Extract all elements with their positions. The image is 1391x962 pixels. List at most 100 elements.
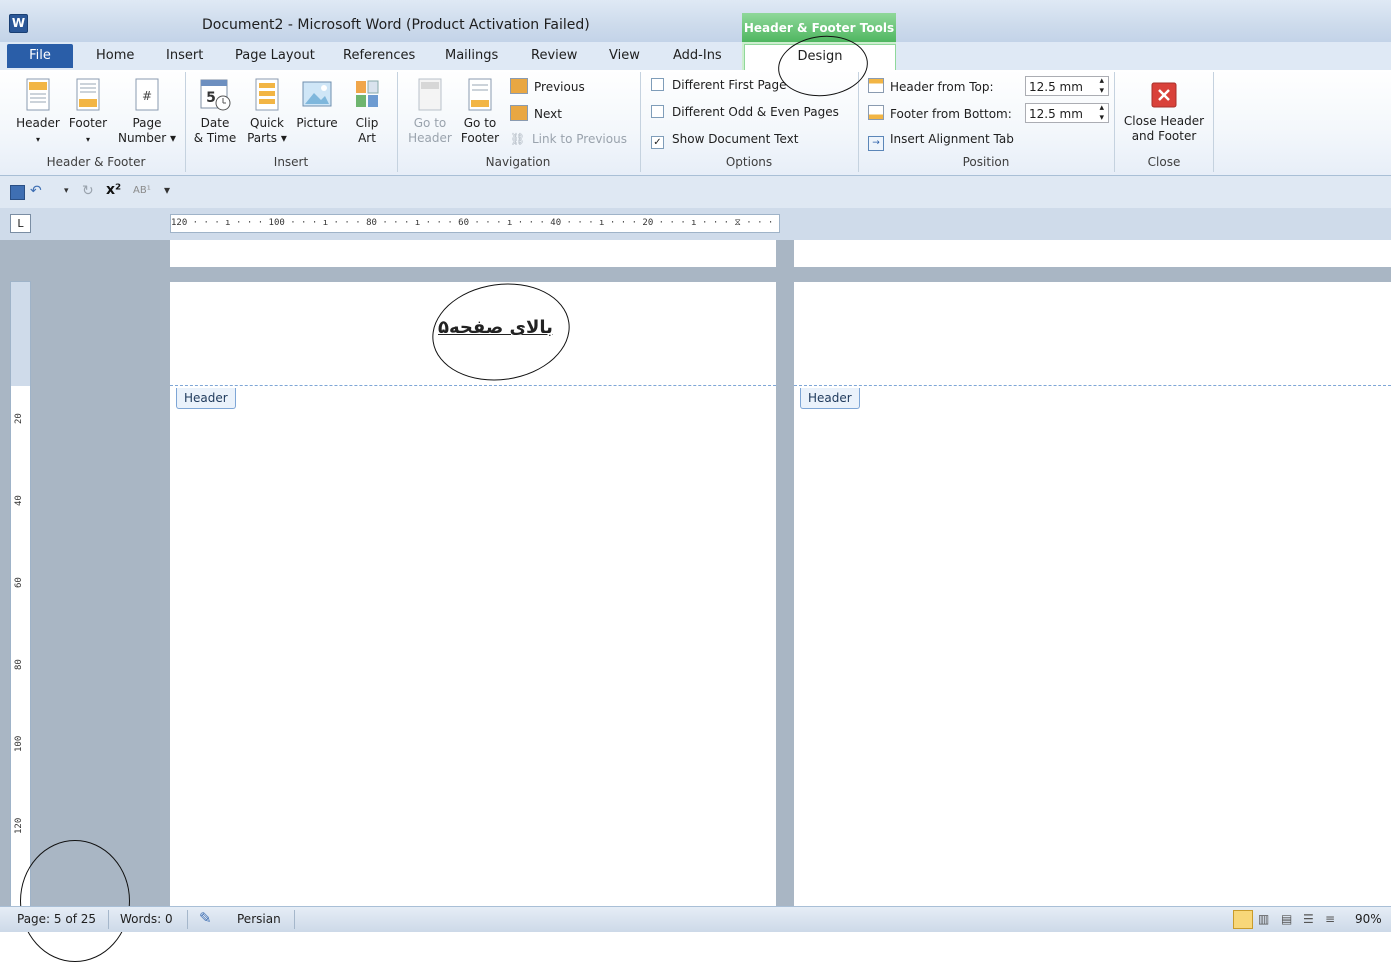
language-status[interactable]: Persian	[237, 912, 281, 926]
vertical-ruler-tick: 120	[14, 817, 24, 834]
vertical-ruler-tick: 80	[14, 659, 24, 670]
go-to-footer-label-1: Go to	[463, 116, 497, 130]
previous-page-bottom	[170, 240, 776, 267]
header-button[interactable]: Header ▾	[14, 78, 62, 147]
spinner-arrows-icon[interactable]: ▴ ▾	[1099, 76, 1104, 96]
header-from-top-label-group: Header from Top:	[868, 78, 994, 94]
vertical-ruler-tick: 40	[14, 495, 24, 506]
previous-label: Previous	[534, 80, 585, 94]
footer-icon	[76, 78, 100, 111]
draft-view-icon[interactable]: ≡	[1325, 912, 1335, 926]
header-icon	[26, 78, 50, 111]
different-odd-even-checkbox[interactable]: Different Odd & Even Pages	[651, 105, 839, 119]
go-to-footer-button[interactable]: Go to Footer	[457, 78, 503, 146]
previous-page-bottom	[794, 240, 1391, 267]
horizontal-ruler[interactable]: 120 · · · ı · · · 100 · · · ı · · · 80 ·…	[170, 214, 780, 233]
print-layout-view-icon[interactable]	[1233, 910, 1253, 929]
status-separator	[108, 910, 109, 929]
go-to-header-button[interactable]: Go to Header	[403, 78, 457, 146]
vertical-ruler[interactable]: 20 40 60 80 100 120	[10, 281, 31, 908]
checkbox-box	[651, 105, 664, 118]
different-first-page-label: Different First Page	[672, 78, 787, 92]
tab-strip: Home Insert Page Layout References Maili…	[0, 42, 1391, 70]
header-tag: Header	[800, 388, 860, 409]
spinner-arrows-icon[interactable]: ▴ ▾	[1099, 103, 1104, 123]
tab-insert[interactable]: Insert	[166, 48, 203, 63]
group-separator	[1213, 72, 1214, 172]
footer-button[interactable]: Footer ▾	[64, 78, 112, 147]
close-icon	[1151, 82, 1177, 108]
word-count-status[interactable]: Words: 0	[120, 912, 173, 926]
zoom-level[interactable]: 90%	[1355, 912, 1382, 926]
tab-page-layout[interactable]: Page Layout	[235, 48, 315, 63]
clip-art-label-2: Art	[358, 131, 376, 145]
tab-review[interactable]: Review	[531, 48, 577, 63]
document-page-right[interactable]	[794, 282, 1391, 906]
clip-art-button[interactable]: Clip Art	[345, 78, 389, 146]
undo-icon[interactable]: ↶	[30, 183, 42, 199]
link-to-previous-button[interactable]: ⛓ Link to Previous	[510, 132, 627, 146]
header-boundary-line	[794, 385, 1391, 386]
clip-art-label-1: Clip	[355, 116, 379, 130]
web-layout-icon[interactable]: ▤	[1281, 912, 1292, 926]
next-section-icon	[510, 105, 528, 121]
group-label-close: Close	[1147, 155, 1181, 169]
tab-mailings[interactable]: Mailings	[445, 48, 498, 63]
picture-button[interactable]: Picture	[292, 78, 342, 131]
undo-dropdown-icon[interactable]: ▾	[64, 186, 69, 196]
tab-addins[interactable]: Add-Ins	[673, 48, 722, 63]
vertical-ruler-margin	[11, 282, 30, 386]
quick-parts-button[interactable]: Quick Parts ▾	[242, 78, 292, 146]
link-to-previous-label: Link to Previous	[532, 132, 627, 146]
full-screen-reading-icon[interactable]: ▥	[1258, 912, 1269, 926]
date-time-label-1: Date	[200, 116, 230, 130]
checkmark-icon: ✓	[651, 136, 664, 149]
redo-icon[interactable]: ↻	[82, 183, 94, 199]
go-to-footer-icon	[468, 78, 492, 111]
insert-alignment-tab-button[interactable]: → Insert Alignment Tab	[868, 132, 1014, 151]
page-number-label-2: Number	[117, 131, 167, 145]
previous-section-icon	[510, 78, 528, 94]
status-separator	[294, 910, 295, 929]
header-boundary-line	[170, 385, 776, 386]
word-app-icon[interactable]: W	[9, 14, 28, 33]
show-document-text-checkbox[interactable]: ✓ Show Document Text	[651, 132, 798, 149]
close-label-2: and Footer	[1131, 129, 1197, 143]
calendar-clock-icon: 5	[200, 79, 231, 111]
footer-position-icon	[868, 105, 884, 120]
page-count-status[interactable]: Page: 5 of 25	[17, 912, 96, 926]
alignment-tab-icon: →	[868, 136, 884, 151]
picture-icon	[302, 81, 332, 107]
previous-button[interactable]: Previous	[510, 78, 585, 94]
tab-home[interactable]: Home	[96, 48, 134, 63]
different-first-page-checkbox[interactable]: Different First Page	[651, 78, 787, 92]
footer-from-bottom-input[interactable]: 12.5 mm ▴ ▾	[1025, 103, 1109, 123]
status-bar: Page: 5 of 25 Words: 0 ✎ Persian ▥ ▤ ☰ ≡…	[0, 906, 1391, 932]
close-header-footer-button[interactable]: Close Header and Footer	[1118, 80, 1210, 144]
footnote-icon[interactable]: AB¹	[133, 185, 151, 196]
quick-parts-label-1: Quick	[250, 116, 284, 130]
page-number-button[interactable]: # Page Number ▾	[114, 78, 180, 146]
clip-art-icon	[356, 80, 379, 107]
go-to-footer-label-2: Footer	[460, 131, 500, 145]
tab-view[interactable]: View	[609, 48, 640, 63]
customize-qat-icon[interactable]: ▾	[164, 183, 170, 197]
footer-button-label: Footer	[68, 116, 108, 130]
superscript-icon[interactable]: x²	[106, 182, 121, 198]
vertical-ruler-tick: 20	[14, 413, 24, 424]
date-time-button[interactable]: 5 Date & Time	[190, 78, 240, 146]
show-document-text-label: Show Document Text	[672, 132, 799, 146]
link-icon: ⛓	[510, 132, 526, 146]
proofing-icon[interactable]: ✎	[199, 909, 212, 927]
footer-from-bottom-label-group: Footer from Bottom:	[868, 105, 1012, 121]
save-icon[interactable]	[10, 185, 25, 200]
tab-selector-icon[interactable]: L	[10, 214, 31, 233]
next-button[interactable]: Next	[510, 105, 562, 121]
quick-parts-icon	[255, 78, 279, 111]
group-label-options: Options	[725, 155, 773, 169]
footer-from-bottom-label: Footer from Bottom:	[890, 107, 1012, 121]
outline-view-icon[interactable]: ☰	[1303, 912, 1314, 926]
tab-references[interactable]: References	[343, 48, 415, 63]
page-number-label-1: Page	[132, 116, 162, 130]
header-from-top-input[interactable]: 12.5 mm ▴ ▾	[1025, 76, 1109, 96]
